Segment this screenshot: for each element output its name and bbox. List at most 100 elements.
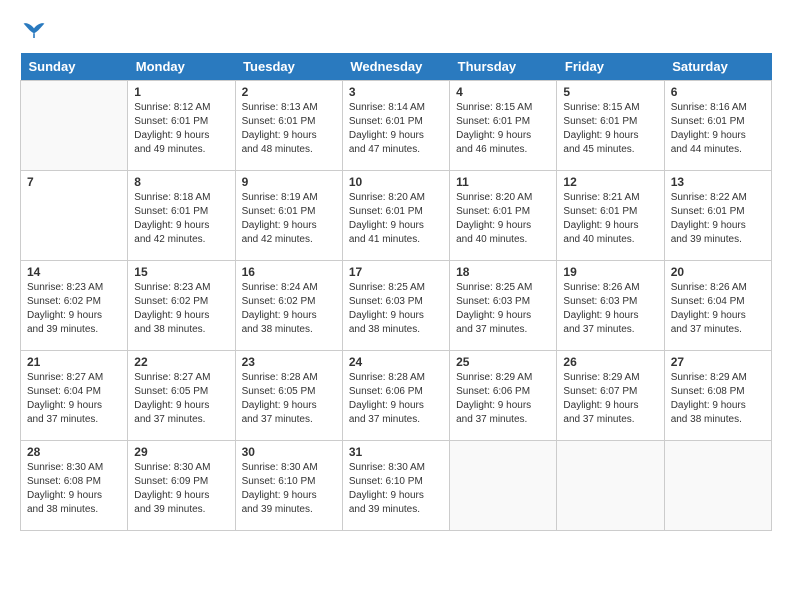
day-info: Sunrise: 8:28 AM Sunset: 6:05 PM Dayligh… <box>242 371 336 427</box>
day-info: Sunrise: 8:30 AM Sunset: 6:09 PM Dayligh… <box>134 461 228 517</box>
calendar-cell: 20 Sunrise: 8:26 AM Sunset: 6:04 PM Dayli… <box>664 261 771 351</box>
weekday-header-saturday: Saturday <box>664 53 771 81</box>
calendar-cell: 31Sunrise: 8:30 AM Sunset: 6:10 PM Dayli… <box>342 441 449 531</box>
day-info: Sunrise: 8:13 AM Sunset: 6:01 PM Dayligh… <box>242 101 336 157</box>
day-number: 31 <box>349 445 443 459</box>
day-info: Sunrise: 8:29 AM Sunset: 6:07 PM Dayligh… <box>563 371 657 427</box>
logo-bird-icon <box>22 20 46 40</box>
day-number: 2 <box>242 85 336 99</box>
day-info: Sunrise: 8:27 AM Sunset: 6:04 PM Dayligh… <box>27 371 121 427</box>
calendar-cell: 11 Sunrise: 8:20 AM Sunset: 6:01 PM Dayli… <box>450 171 557 261</box>
day-number: 1 <box>134 85 228 99</box>
day-info: Sunrise: 8:15 AM Sunset: 6:01 PM Dayligh… <box>563 101 657 157</box>
day-number: 28 <box>27 445 121 459</box>
day-info: Sunrise: 8:18 AM Sunset: 6:01 PM Dayligh… <box>134 191 228 247</box>
day-info: Sunrise: 8:15 AM Sunset: 6:01 PM Dayligh… <box>456 101 550 157</box>
day-info: Sunrise: 8:26 AM Sunset: 6:03 PM Dayligh… <box>563 281 657 337</box>
day-info: Sunrise: 8:25 AM Sunset: 6:03 PM Dayligh… <box>349 281 443 337</box>
day-number: 29 <box>134 445 228 459</box>
calendar-cell: 29 Sunrise: 8:30 AM Sunset: 6:09 PM Dayli… <box>128 441 235 531</box>
day-number: 4 <box>456 85 550 99</box>
calendar-cell <box>557 441 664 531</box>
day-info: Sunrise: 8:29 AM Sunset: 6:06 PM Dayligh… <box>456 371 550 427</box>
day-info: Sunrise: 8:21 AM Sunset: 6:01 PM Dayligh… <box>563 191 657 247</box>
day-number: 19 <box>563 265 657 279</box>
calendar-cell: 6 Sunrise: 8:16 AM Sunset: 6:01 PM Daylig… <box>664 81 771 171</box>
calendar-cell <box>450 441 557 531</box>
day-number: 30 <box>242 445 336 459</box>
calendar-cell: 30 Sunrise: 8:30 AM Sunset: 6:10 PM Dayli… <box>235 441 342 531</box>
calendar-cell: 19 Sunrise: 8:26 AM Sunset: 6:03 PM Dayli… <box>557 261 664 351</box>
calendar-week-4: 21 Sunrise: 8:27 AM Sunset: 6:04 PM Dayli… <box>21 351 772 441</box>
calendar-cell <box>21 81 128 171</box>
day-info: Sunrise: 8:29 AM Sunset: 6:08 PM Dayligh… <box>671 371 765 427</box>
day-number: 10 <box>349 175 443 189</box>
day-number: 6 <box>671 85 765 99</box>
weekday-header-wednesday: Wednesday <box>342 53 449 81</box>
day-number: 14 <box>27 265 121 279</box>
day-number: 24 <box>349 355 443 369</box>
calendar-cell: 2 Sunrise: 8:13 AM Sunset: 6:01 PM Daylig… <box>235 81 342 171</box>
day-number: 3 <box>349 85 443 99</box>
calendar-week-3: 14 Sunrise: 8:23 AM Sunset: 6:02 PM Dayli… <box>21 261 772 351</box>
calendar-cell <box>664 441 771 531</box>
day-info: Sunrise: 8:30 AM Sunset: 6:10 PM Dayligh… <box>242 461 336 517</box>
weekday-header-tuesday: Tuesday <box>235 53 342 81</box>
day-number: 15 <box>134 265 228 279</box>
day-number: 5 <box>563 85 657 99</box>
day-number: 12 <box>563 175 657 189</box>
weekday-header-row: SundayMondayTuesdayWednesdayThursdayFrid… <box>21 53 772 81</box>
day-info: Sunrise: 8:20 AM Sunset: 6:01 PM Dayligh… <box>349 191 443 247</box>
weekday-header-monday: Monday <box>128 53 235 81</box>
calendar-cell: 23 Sunrise: 8:28 AM Sunset: 6:05 PM Dayli… <box>235 351 342 441</box>
day-number: 16 <box>242 265 336 279</box>
day-number: 23 <box>242 355 336 369</box>
calendar-cell: 22 Sunrise: 8:27 AM Sunset: 6:05 PM Dayli… <box>128 351 235 441</box>
day-info: Sunrise: 8:27 AM Sunset: 6:05 PM Dayligh… <box>134 371 228 427</box>
calendar-cell: 3 Sunrise: 8:14 AM Sunset: 6:01 PM Daylig… <box>342 81 449 171</box>
day-info: Sunrise: 8:23 AM Sunset: 6:02 PM Dayligh… <box>134 281 228 337</box>
header <box>20 20 772 45</box>
calendar-table: SundayMondayTuesdayWednesdayThursdayFrid… <box>20 53 772 531</box>
day-number: 21 <box>27 355 121 369</box>
calendar-cell: 25 Sunrise: 8:29 AM Sunset: 6:06 PM Dayli… <box>450 351 557 441</box>
calendar-cell: 1 Sunrise: 8:12 AM Sunset: 6:01 PM Daylig… <box>128 81 235 171</box>
day-number: 11 <box>456 175 550 189</box>
calendar-cell: 8Sunrise: 8:18 AM Sunset: 6:01 PM Daylig… <box>128 171 235 261</box>
calendar-cell: 14Sunrise: 8:23 AM Sunset: 6:02 PM Dayli… <box>21 261 128 351</box>
day-info: Sunrise: 8:20 AM Sunset: 6:01 PM Dayligh… <box>456 191 550 247</box>
calendar-cell: 16 Sunrise: 8:24 AM Sunset: 6:02 PM Dayli… <box>235 261 342 351</box>
day-info: Sunrise: 8:12 AM Sunset: 6:01 PM Dayligh… <box>134 101 228 157</box>
calendar-cell: 15 Sunrise: 8:23 AM Sunset: 6:02 PM Dayli… <box>128 261 235 351</box>
calendar-cell: 28 Sunrise: 8:30 AM Sunset: 6:08 PM Dayli… <box>21 441 128 531</box>
day-number: 22 <box>134 355 228 369</box>
day-info: Sunrise: 8:28 AM Sunset: 6:06 PM Dayligh… <box>349 371 443 427</box>
day-number: 7 <box>27 175 121 189</box>
day-info: Sunrise: 8:22 AM Sunset: 6:01 PM Dayligh… <box>671 191 765 247</box>
day-info: Sunrise: 8:14 AM Sunset: 6:01 PM Dayligh… <box>349 101 443 157</box>
calendar-cell: 21 Sunrise: 8:27 AM Sunset: 6:04 PM Dayli… <box>21 351 128 441</box>
calendar-cell: 5 Sunrise: 8:15 AM Sunset: 6:01 PM Daylig… <box>557 81 664 171</box>
calendar-cell: 9Sunrise: 8:19 AM Sunset: 6:01 PM Daylig… <box>235 171 342 261</box>
day-number: 18 <box>456 265 550 279</box>
calendar-cell: 7 <box>21 171 128 261</box>
day-number: 27 <box>671 355 765 369</box>
calendar-cell: 17 Sunrise: 8:25 AM Sunset: 6:03 PM Dayli… <box>342 261 449 351</box>
calendar-week-1: 1 Sunrise: 8:12 AM Sunset: 6:01 PM Daylig… <box>21 81 772 171</box>
logo <box>20 20 46 45</box>
calendar-cell: 27 Sunrise: 8:29 AM Sunset: 6:08 PM Dayli… <box>664 351 771 441</box>
day-info: Sunrise: 8:24 AM Sunset: 6:02 PM Dayligh… <box>242 281 336 337</box>
day-info: Sunrise: 8:16 AM Sunset: 6:01 PM Dayligh… <box>671 101 765 157</box>
day-info: Sunrise: 8:26 AM Sunset: 6:04 PM Dayligh… <box>671 281 765 337</box>
calendar-cell: 12 Sunrise: 8:21 AM Sunset: 6:01 PM Dayli… <box>557 171 664 261</box>
calendar-cell: 13Sunrise: 8:22 AM Sunset: 6:01 PM Dayli… <box>664 171 771 261</box>
weekday-header-sunday: Sunday <box>21 53 128 81</box>
day-number: 17 <box>349 265 443 279</box>
day-number: 20 <box>671 265 765 279</box>
calendar-cell: 4 Sunrise: 8:15 AM Sunset: 6:01 PM Daylig… <box>450 81 557 171</box>
day-number: 25 <box>456 355 550 369</box>
day-info: Sunrise: 8:30 AM Sunset: 6:08 PM Dayligh… <box>27 461 121 517</box>
calendar-cell: 26 Sunrise: 8:29 AM Sunset: 6:07 PM Dayli… <box>557 351 664 441</box>
calendar-cell: 24 Sunrise: 8:28 AM Sunset: 6:06 PM Dayli… <box>342 351 449 441</box>
day-number: 26 <box>563 355 657 369</box>
